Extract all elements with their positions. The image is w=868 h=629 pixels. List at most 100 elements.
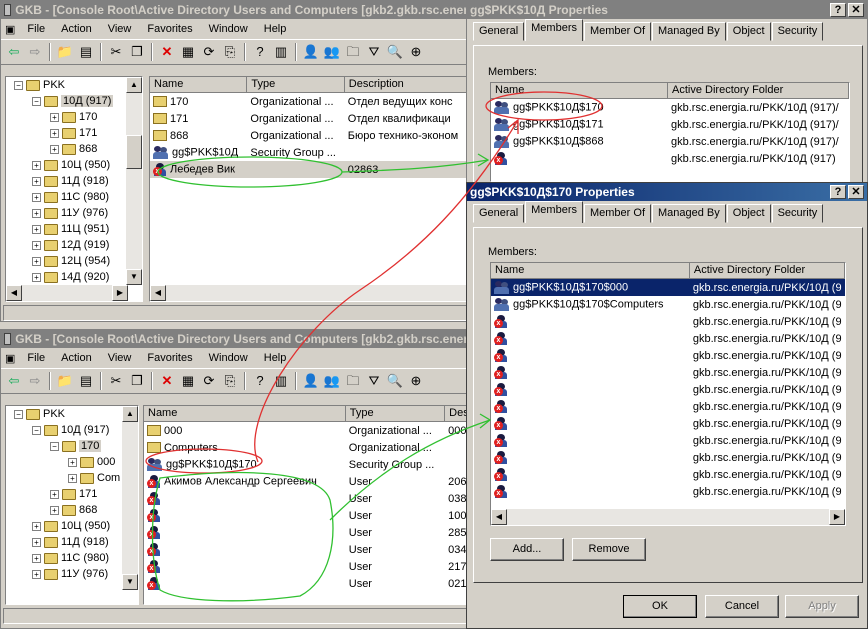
mmc-top-titlebar[interactable]: GKB - [Console Root\Active Directory Use… [1,1,471,19]
scroll-right-icon[interactable]: ▶ [112,285,128,301]
scroll-down-icon[interactable]: ▼ [122,574,138,590]
tab-security[interactable]: Security [771,22,824,41]
scroll-left-icon[interactable]: ◀ [6,285,22,301]
tab-member-of[interactable]: Member Of [583,22,651,41]
member-row[interactable]: x gkb.rsc.energia.ru/PKK/10Д (9 [491,483,845,500]
expander-icon[interactable]: − [32,425,41,435]
menu-window[interactable]: Window [203,352,254,364]
scroll-down-icon[interactable]: ▼ [126,269,142,285]
list-row[interactable]: x User 034 [144,541,471,558]
member-row[interactable]: gg$PKK$10Д$170 gkb.rsc.energia.ru/PKK/10Д… [491,99,849,116]
tab-general[interactable]: General [473,22,525,41]
list-row[interactable]: x User 217 [144,558,471,575]
tree-node[interactable]: − 10Д (917) [6,422,138,438]
col-folder-header[interactable]: Active Directory Folder [668,83,849,98]
scroll-left-icon[interactable]: ◀ [491,509,507,525]
expander-icon[interactable]: − [14,80,23,90]
member-row[interactable]: x gkb.rsc.energia.ru/PKK/10Д (9 [491,466,845,483]
console-icon[interactable]: ▣ [3,352,17,365]
member-row[interactable]: x gkb.rsc.energia.ru/PKK/10Д (917) [491,150,849,167]
scroll-left-icon[interactable]: ◀ [150,285,166,301]
list-row[interactable]: x User 100 [144,507,471,524]
list-row[interactable]: 171 Organizational ... Отдел квалификаци [150,110,471,127]
tree-node[interactable]: − 10Д (917) [6,93,142,109]
menu-action[interactable]: Action [55,23,98,35]
add-to-group-icon[interactable]: ⊕ [407,372,425,390]
menu-favorites[interactable]: Favorites [141,23,198,35]
col-name-header[interactable]: Name [491,83,669,98]
expander-icon[interactable]: + [32,224,41,234]
expander-icon[interactable]: − [50,441,59,451]
new-ou-icon[interactable]: 🗀 [344,43,362,61]
close-icon[interactable]: ✕ [848,3,864,17]
expander-icon[interactable]: − [32,96,41,106]
up-folder-icon[interactable]: 📁 [56,43,74,61]
expander-icon[interactable]: + [32,553,41,563]
forward-arrow-icon[interactable]: ⇨ [26,372,44,390]
new-user-icon[interactable]: 👤 [302,372,320,390]
member-row[interactable]: gg$PKK$10Д$171 gkb.rsc.energia.ru/PKK/10Д… [491,116,849,133]
refresh-icon[interactable]: ⟳ [200,372,218,390]
list-hscroll[interactable]: ◀ [150,285,471,301]
copy-icon[interactable]: ❐ [128,372,146,390]
tab-object[interactable]: Object [726,204,771,223]
list-row[interactable]: Computers Organizational ... [144,439,471,456]
new-user-icon[interactable]: 👤 [302,43,320,61]
menu-view[interactable]: View [102,23,138,35]
refresh-icon[interactable]: ⟳ [200,43,218,61]
expander-icon[interactable]: + [32,240,41,250]
expander-icon[interactable]: + [32,569,41,579]
member-row[interactable]: x gkb.rsc.energia.ru/PKK/10Д (9 [491,347,845,364]
tree-node[interactable]: +11Д (918) [6,534,138,550]
list-row[interactable]: gg$PKK$10Д Security Group ... [150,144,471,161]
tree-node[interactable]: +12Д (919) [6,237,142,253]
ok-button[interactable]: OK [623,595,697,618]
expander-icon[interactable]: + [50,144,59,154]
expander-icon[interactable]: − [14,409,23,419]
properties-icon[interactable]: ▦ [179,372,197,390]
expander-icon[interactable]: + [68,457,77,467]
member-row[interactable]: x gkb.rsc.energia.ru/PKK/10Д (9 [491,415,845,432]
back-arrow-icon[interactable]: ⇦ [5,372,23,390]
col-name-header[interactable]: Name [150,77,248,92]
tree-node[interactable]: − 170 [6,438,138,454]
menu-action[interactable]: Action [55,352,98,364]
member-row[interactable]: x gkb.rsc.energia.ru/PKK/10Д (9 [491,313,845,330]
members-hscroll[interactable]: ◀ ▶ [491,509,845,525]
col-folder-header[interactable]: Active Directory Folder [690,263,845,278]
tree-node[interactable]: +11С (980) [6,189,142,205]
help-icon[interactable]: ? [830,185,846,199]
add-to-group-icon[interactable]: ⊕ [407,43,425,61]
remove-member-button[interactable]: Remove [572,538,646,561]
tree-node[interactable]: +170 [6,109,142,125]
member-row[interactable]: x gkb.rsc.energia.ru/PKK/10Д (9 [491,330,845,347]
delete-icon[interactable]: ✕ [158,372,176,390]
delete-icon[interactable]: ✕ [158,43,176,61]
tree-node[interactable]: − PKK [6,406,138,422]
tab-member-of[interactable]: Member Of [583,204,651,223]
filter-icon[interactable]: ⛛ [365,372,383,390]
menu-help[interactable]: Help [258,23,293,35]
expander-icon[interactable]: + [32,208,41,218]
console-icon[interactable]: ▣ [3,23,17,36]
forward-arrow-icon[interactable]: ⇨ [26,43,44,61]
member-row[interactable]: x gkb.rsc.energia.ru/PKK/10Д (9 [491,432,845,449]
props1-titlebar[interactable]: gg$PKK$10Д Properties ? ✕ [467,1,867,19]
tab-members[interactable]: Members [525,19,583,41]
find-icon[interactable]: 🔍 [386,43,404,61]
close-icon[interactable]: ✕ [848,185,864,199]
find-icon[interactable]: 🔍 [386,372,404,390]
show-tree-icon[interactable]: ▤ [77,43,95,61]
member-row[interactable]: gg$PKK$10Д$868 gkb.rsc.energia.ru/PKK/10Д… [491,133,849,150]
new-group-icon[interactable]: 👥 [323,43,341,61]
tree-hscroll[interactable]: ◀ ▶ [6,285,128,301]
copy-icon[interactable]: ❐ [128,43,146,61]
expander-icon[interactable]: + [50,112,59,122]
tree-node[interactable]: +11У (976) [6,566,138,582]
list-row[interactable]: 000 Organizational ... 000 [144,422,471,439]
scroll-right-icon[interactable]: ▶ [829,509,845,525]
expander-icon[interactable]: + [32,256,41,266]
add-member-button[interactable]: Add... [490,538,564,561]
tree-node[interactable]: +12Ц (954) [6,253,142,269]
member-row[interactable]: x gkb.rsc.energia.ru/PKK/10Д (9 [491,449,845,466]
